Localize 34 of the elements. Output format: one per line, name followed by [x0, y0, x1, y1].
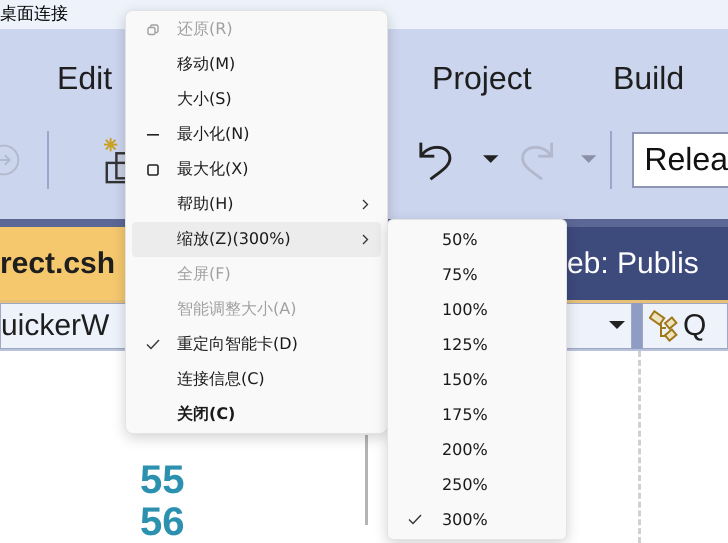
menu-item[interactable]: 200% — [388, 432, 566, 467]
menu-item[interactable]: 重定向智能卡(D) — [132, 327, 381, 362]
member-dropdown[interactable]: Q — [642, 302, 728, 349]
menu-bar-item[interactable]: Project — [432, 60, 613, 98]
menu-item[interactable]: 100% — [388, 292, 566, 327]
menu-item[interactable]: 移动(M) — [132, 47, 381, 82]
menu-item[interactable]: 帮助(H) — [132, 187, 381, 222]
restore-icon — [146, 24, 158, 36]
class-diagram-icon — [649, 310, 679, 342]
line-number: 56 — [140, 500, 184, 543]
caret-icon[interactable] — [483, 154, 499, 165]
minimize-icon — [146, 134, 158, 136]
caret-icon — [609, 320, 625, 331]
menu-item[interactable]: 最小化(N) — [132, 117, 381, 152]
menu-item[interactable]: 150% — [388, 362, 566, 397]
maximize-icon — [146, 164, 158, 176]
check-icon — [146, 339, 160, 350]
document-tab[interactable]: rect.csh — [0, 227, 125, 300]
menu-item[interactable]: 关闭(C) — [132, 397, 381, 432]
menu-item[interactable]: 50% — [388, 222, 566, 257]
window-title: 桌面连接 — [0, 4, 68, 24]
menu-bar-item[interactable]: Build — [613, 60, 728, 98]
menu-item[interactable]: 125% — [388, 327, 566, 362]
menu-item[interactable]: 缩放(Z)(300%) — [132, 222, 381, 257]
menu-item[interactable]: 75% — [388, 257, 566, 292]
configuration-dropdown[interactable]: Relea — [632, 132, 728, 188]
menu-item[interactable]: 300% — [388, 502, 566, 537]
menu-item[interactable]: 最大化(X) — [132, 152, 381, 187]
menu-item[interactable]: 大小(S) — [132, 82, 381, 117]
menu-item[interactable]: 连接信息(C) — [132, 362, 381, 397]
menu-item[interactable]: 175% — [388, 397, 566, 432]
menu-item[interactable]: 250% — [388, 467, 566, 502]
check-icon — [408, 514, 422, 525]
line-number: 55 — [140, 458, 184, 501]
